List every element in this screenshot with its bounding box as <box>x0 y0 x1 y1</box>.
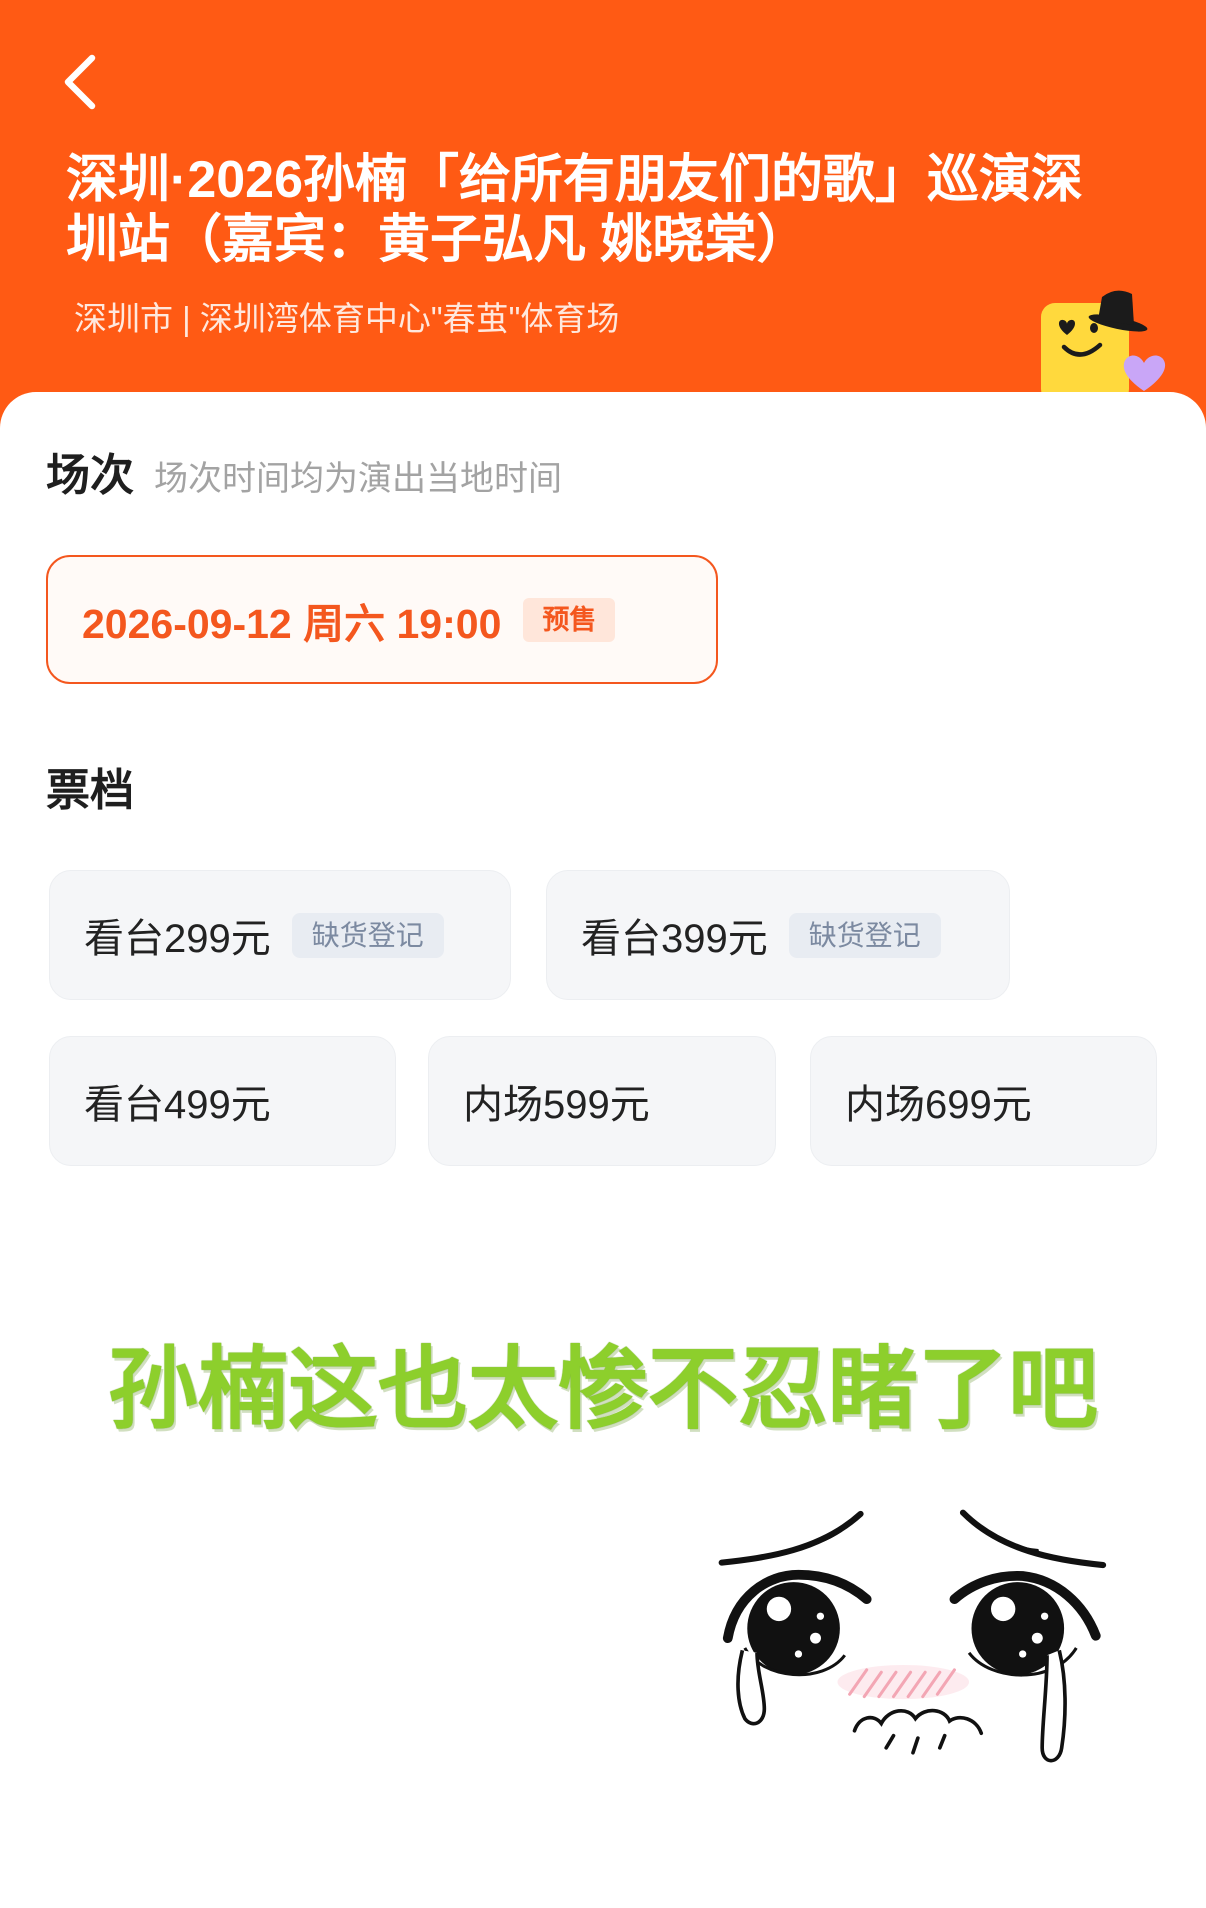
back-button[interactable] <box>58 52 108 112</box>
presale-badge: 预售 <box>523 597 616 642</box>
right-eyebrow <box>959 1509 1107 1569</box>
yellow-mascot-icon <box>1041 290 1166 395</box>
left-eyebrow <box>718 1510 864 1566</box>
content-card: 场次 场次时间均为演出当地时间 2026-09-12 周六 19:00 预售 票… <box>0 392 1206 1908</box>
crying-face-icon <box>718 1509 1107 1763</box>
right-eye <box>949 1571 1101 1677</box>
ticket-tier-label: 看台499元 <box>84 1083 271 1127</box>
session-datetime: 2026-09-12 周六 19:00 <box>82 600 502 647</box>
ticket-tier-label: 看台299元 <box>84 917 271 961</box>
ticket-tier-option[interactable]: 看台299元 缺货登记 <box>49 870 511 1000</box>
left-tear <box>736 1649 767 1726</box>
ticket-tier-option[interactable]: 内场599元 <box>428 1036 776 1166</box>
right-tear <box>1040 1649 1067 1763</box>
blush <box>837 1664 970 1700</box>
event-title: 深圳·2026孙楠「给所有朋友们的歌」巡演深圳站（嘉宾：黄子弘凡 姚晓棠） <box>66 151 1083 269</box>
soldout-register-badge[interactable]: 缺货登记 <box>291 912 444 958</box>
ticket-section-header: 票档 <box>46 763 134 819</box>
session-time-note: 场次时间均为演出当地时间 <box>154 460 562 498</box>
purple-heart-icon <box>1123 355 1166 391</box>
event-header: 深圳·2026孙楠「给所有朋友们的歌」巡演深圳站（嘉宾：黄子弘凡 姚晓棠） 深圳… <box>0 0 1206 440</box>
meme-caption: 孙楠这也太惨不忍睹了吧 <box>108 1340 1098 1440</box>
session-section-header: 场次 场次时间均为演出当地时间 <box>46 448 562 507</box>
mouth <box>852 1708 984 1755</box>
session-heading: 场次 <box>46 451 134 500</box>
soldout-register-badge[interactable]: 缺货登记 <box>788 912 941 958</box>
ticket-tier-option[interactable]: 看台499元 <box>49 1036 396 1166</box>
ticket-tier-label: 看台399元 <box>581 917 768 961</box>
ticket-tier-option[interactable]: 看台399元 缺货登记 <box>546 870 1010 1000</box>
ticket-heading: 票档 <box>46 766 134 815</box>
ticket-tier-label: 内场599元 <box>463 1083 650 1127</box>
session-option[interactable]: 2026-09-12 周六 19:00 预售 <box>46 555 718 684</box>
ticket-tier-label: 内场699元 <box>845 1083 1032 1127</box>
chevron-left-icon <box>64 54 96 110</box>
ticket-tier-option[interactable]: 内场699元 <box>810 1036 1157 1166</box>
event-venue: 深圳市 | 深圳湾体育中心"春茧"体育场 <box>74 300 620 337</box>
